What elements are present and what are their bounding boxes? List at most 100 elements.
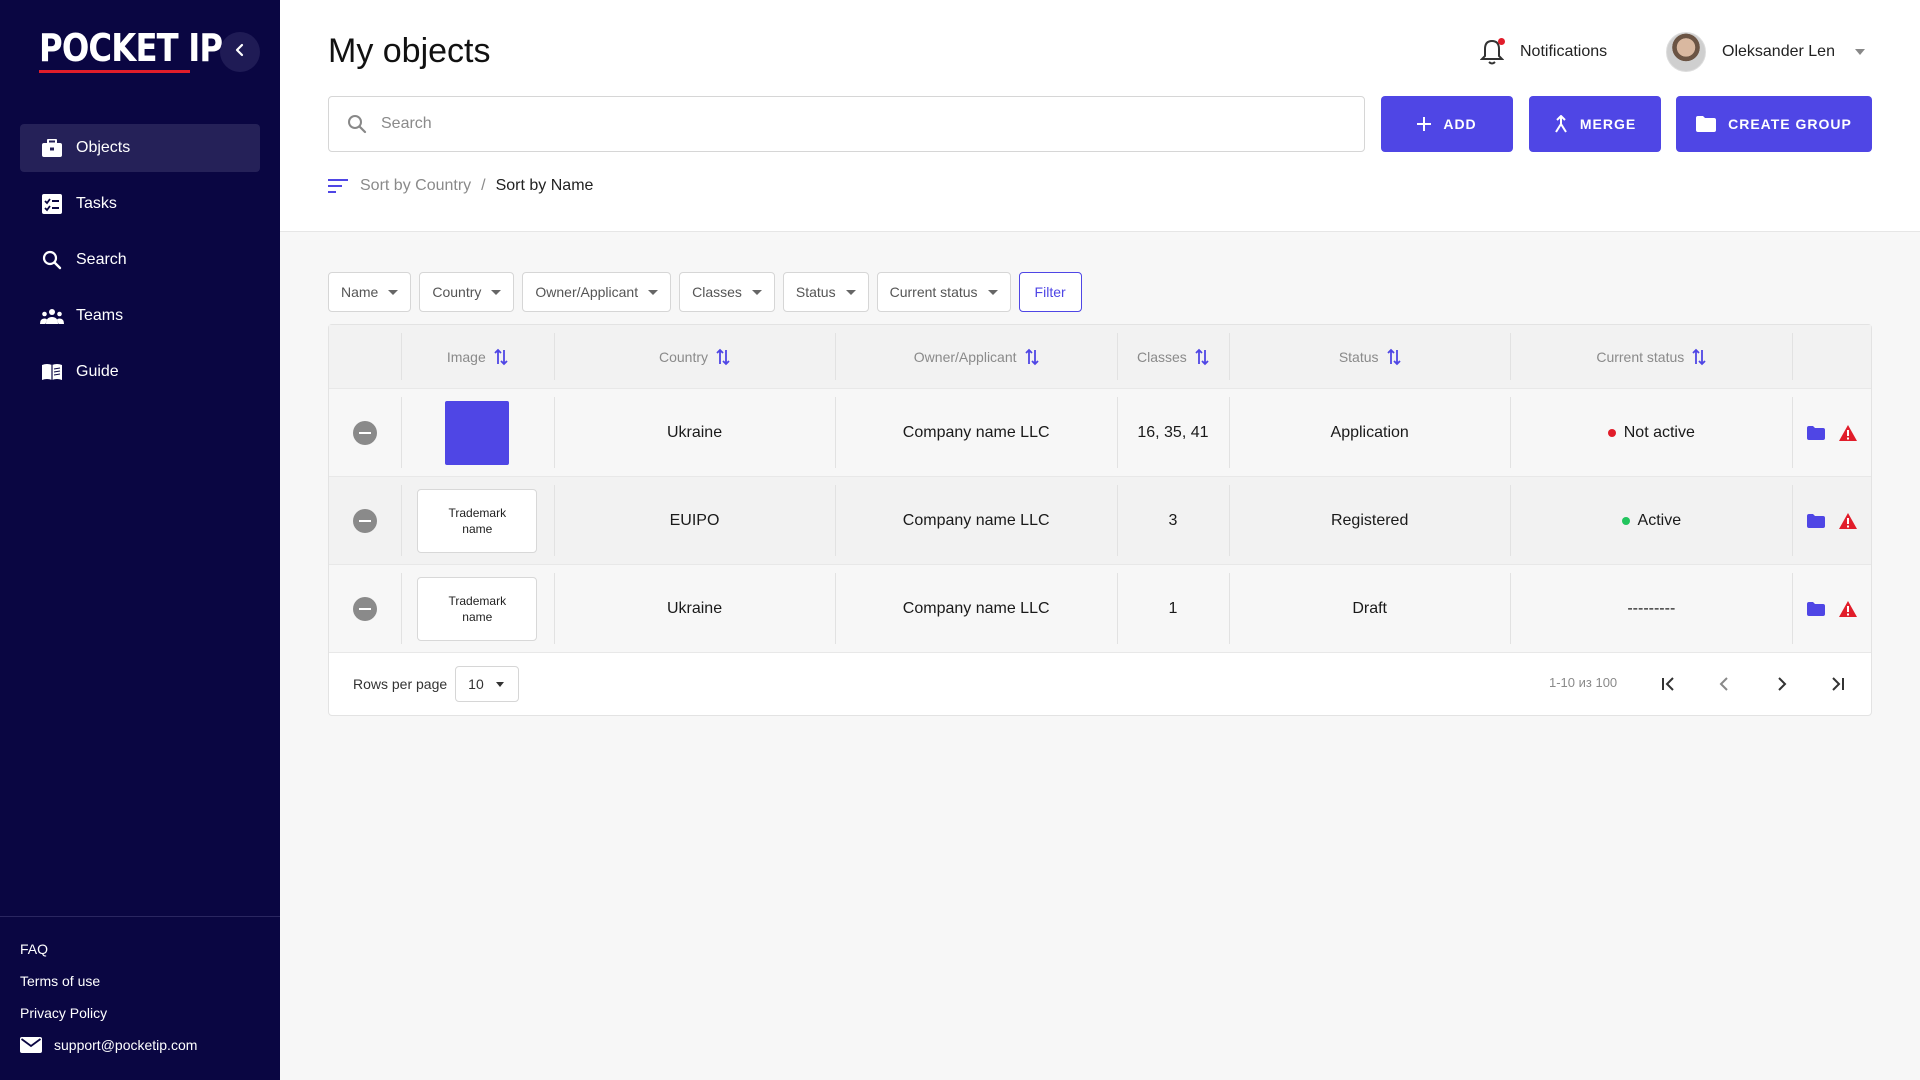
row-select-cell — [329, 477, 401, 564]
task-check-icon — [40, 192, 64, 216]
trademark-name-card[interactable]: Trademark name — [417, 576, 538, 641]
trademark-image[interactable] — [445, 400, 510, 465]
header-select — [329, 325, 401, 388]
bell-icon — [1480, 38, 1505, 66]
user-menu[interactable]: Oleksander Len — [1666, 32, 1865, 72]
create-group-label: CREATE GROUP — [1728, 116, 1852, 132]
image-cell: Trademark name — [400, 477, 554, 564]
pagination: Rows per page 10 1-10 из 100 — [329, 653, 1871, 715]
sidebar-item-label: Objects — [76, 139, 131, 156]
header-status[interactable]: Status — [1228, 325, 1511, 388]
filter-status[interactable]: Status — [782, 272, 869, 312]
owner-cell: Company name LLC — [835, 389, 1117, 476]
caret-down-icon — [388, 289, 399, 295]
header-image[interactable]: Image — [400, 325, 554, 388]
header-country[interactable]: Country — [553, 325, 836, 388]
filter-label: Name — [341, 284, 379, 300]
current-status-cell: --------- — [1510, 565, 1792, 652]
trademark-name-card[interactable]: Trademark name — [417, 488, 538, 553]
folder-icon[interactable] — [1806, 425, 1825, 440]
search-icon — [40, 248, 64, 272]
header-label: Classes — [1137, 348, 1187, 365]
notifications-label: Notifications — [1520, 43, 1608, 60]
search-box — [328, 96, 1365, 152]
warning-icon[interactable] — [1838, 424, 1857, 441]
filter-country[interactable]: Country — [419, 272, 515, 312]
filter-owner[interactable]: Owner/Applicant — [522, 272, 672, 312]
collapse-sidebar-button[interactable] — [220, 32, 260, 72]
logo[interactable]: POCKET IP — [39, 26, 223, 70]
last-page-icon[interactable] — [1825, 672, 1849, 696]
next-page-icon[interactable] — [1769, 672, 1793, 696]
sort-by-country[interactable]: Sort by Country — [360, 177, 471, 195]
image-cell — [400, 389, 554, 476]
caret-down-icon — [845, 289, 856, 295]
sidebar: POCKET IP Objects Tasks Search Teams Gui… — [0, 0, 280, 1080]
actions-cell — [1792, 565, 1871, 652]
previous-page-icon[interactable] — [1713, 672, 1737, 696]
warning-icon[interactable] — [1838, 512, 1857, 529]
sort-by-name[interactable]: Sort by Name — [496, 177, 594, 195]
caret-down-icon — [495, 681, 504, 687]
sidebar-item-guide[interactable]: Guide — [20, 348, 260, 396]
remove-row-icon[interactable] — [352, 596, 377, 621]
header-current-status[interactable]: Current status — [1510, 325, 1792, 388]
sidebar-item-objects[interactable]: Objects — [20, 124, 260, 172]
filter-label: Owner/Applicant — [535, 284, 639, 300]
status-dot — [1607, 428, 1616, 437]
teams-icon — [40, 304, 64, 328]
filter-label: Current status — [889, 284, 978, 300]
sidebar-item-teams[interactable]: Teams — [20, 292, 260, 340]
status-cell: Application — [1228, 389, 1511, 476]
filter-classes[interactable]: Classes — [679, 272, 775, 312]
header-owner[interactable]: Owner/Applicant — [835, 325, 1117, 388]
filter-current-status[interactable]: Current status — [876, 272, 1011, 312]
add-button[interactable]: ADD — [1381, 96, 1513, 152]
current-status-label: Not active — [1623, 423, 1695, 441]
table-row: Trademark name EUIPO Company name LLC 3 … — [329, 477, 1871, 565]
caret-down-icon — [1854, 49, 1865, 55]
chevron-left-icon — [233, 43, 247, 62]
remove-row-icon[interactable] — [352, 508, 377, 533]
header-classes[interactable]: Classes — [1116, 325, 1229, 388]
faq-link[interactable]: FAQ — [20, 939, 260, 971]
country-cell: EUIPO — [553, 477, 836, 564]
owner-cell: Company name LLC — [835, 565, 1117, 652]
remove-row-icon[interactable] — [352, 420, 377, 445]
sidebar-item-tasks[interactable]: Tasks — [20, 180, 260, 228]
header-actions — [1792, 325, 1871, 388]
sidebar-item-label: Teams — [76, 307, 124, 324]
merge-button[interactable]: MERGE — [1529, 96, 1661, 152]
rows-per-page-select[interactable]: 10 — [455, 666, 520, 702]
support-email-link[interactable]: support@pocketip.com — [20, 1037, 260, 1053]
caret-down-icon — [648, 289, 659, 295]
privacy-link[interactable]: Privacy Policy — [20, 1003, 260, 1035]
row-select-cell — [329, 389, 401, 476]
owner-cell: Company name LLC — [835, 477, 1117, 564]
sidebar-item-label: Guide — [76, 363, 119, 380]
sidebar-item-search[interactable]: Search — [20, 236, 260, 284]
create-group-button[interactable]: CREATE GROUP — [1676, 96, 1872, 152]
page-range: 1-10 из 100 — [1549, 675, 1618, 690]
avatar — [1666, 32, 1706, 72]
search-icon — [347, 114, 367, 134]
search-input[interactable] — [381, 115, 1281, 133]
first-page-icon[interactable] — [1657, 672, 1681, 696]
current-status-label: --------- — [1627, 599, 1676, 617]
notifications-button[interactable]: Notifications — [1480, 38, 1607, 66]
terms-link[interactable]: Terms of use — [20, 971, 260, 1003]
sort-arrows-icon — [1386, 348, 1401, 366]
folder-icon[interactable] — [1806, 513, 1825, 528]
sidebar-item-label: Tasks — [76, 195, 117, 212]
folder-icon[interactable] — [1806, 601, 1825, 616]
current-status-label: Active — [1637, 511, 1682, 529]
folder-icon — [1696, 116, 1717, 132]
breadcrumb-separator: / — [481, 177, 486, 194]
filter-name[interactable]: Name — [328, 272, 412, 312]
filter-button[interactable]: Filter — [1018, 272, 1082, 312]
header-label: Image — [446, 348, 486, 365]
sort-arrows-icon — [1024, 348, 1039, 366]
warning-icon[interactable] — [1838, 600, 1857, 617]
row-select-cell — [329, 565, 401, 652]
caret-down-icon — [491, 289, 502, 295]
